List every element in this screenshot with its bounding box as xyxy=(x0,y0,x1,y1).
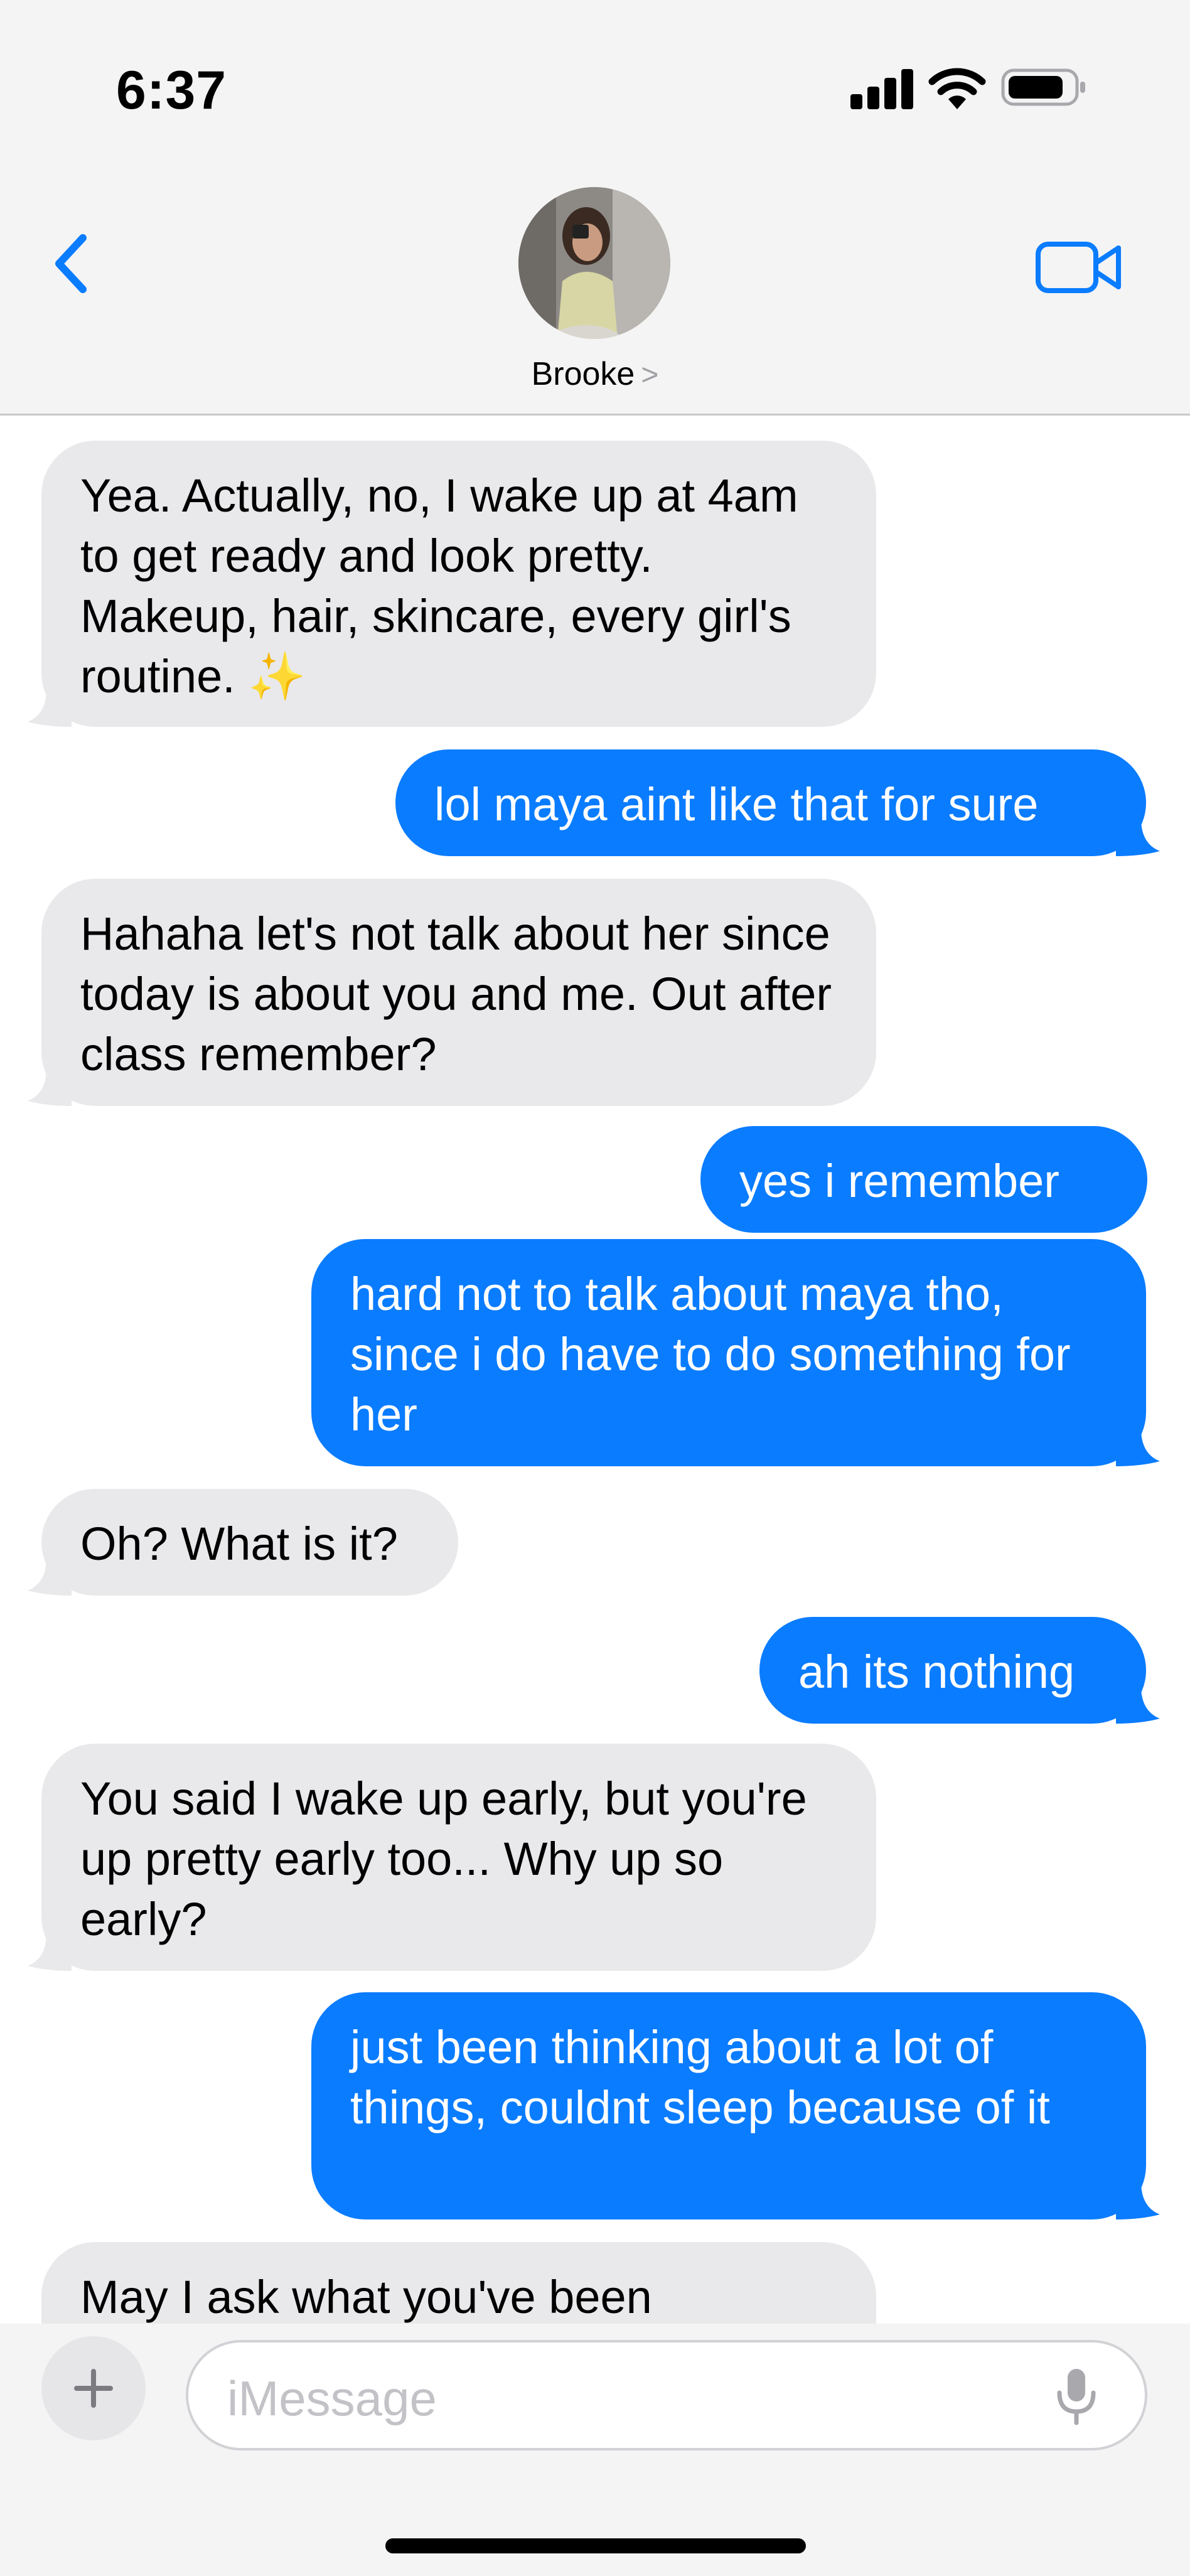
message-text: May I ask what you've been xyxy=(80,2271,652,2323)
bubble-tail xyxy=(1116,1686,1160,1724)
message-bubble-outgoing[interactable]: ah its nothing xyxy=(759,1617,1160,1724)
back-chevron-icon[interactable] xyxy=(44,229,107,298)
battery-icon xyxy=(1001,68,1085,106)
bubble-tail xyxy=(28,1558,72,1596)
message-bubble-incoming[interactable]: Yea. Actually, no, I wake up at 4am to g… xyxy=(28,441,876,727)
status-time: 6:37 xyxy=(116,60,227,121)
message-bubble-incoming[interactable]: Hahaha let's not talk about her since to… xyxy=(28,879,876,1106)
plus-icon xyxy=(74,2369,113,2408)
message-text: Oh? What is it? xyxy=(80,1518,398,1570)
chevron-right-icon: > xyxy=(641,358,659,392)
message-text: Yea. Actually, no, I wake up at 4am to g… xyxy=(80,470,798,702)
message-text: lol maya aint like that for sure xyxy=(434,778,1039,830)
bubble-tail xyxy=(28,1068,72,1106)
bubble-tail xyxy=(1116,818,1160,856)
message-text: You said I wake up early, but you're up … xyxy=(80,1773,807,1945)
message-text: hard not to talk about maya tho, since i… xyxy=(350,1268,1071,1441)
cellular-signal-icon xyxy=(850,68,913,109)
message-bubble-incoming[interactable]: May I ask what you've been xyxy=(41,2242,876,2324)
message-text: ah its nothing xyxy=(798,1646,1075,1698)
message-bubble-outgoing[interactable]: hard not to talk about maya tho, since i… xyxy=(311,1239,1160,1466)
bubble-tail xyxy=(28,1933,72,1971)
bubble-tail xyxy=(28,689,72,727)
message-bubble-incoming[interactable]: Oh? What is it? xyxy=(28,1489,458,1596)
message-text: yes i remember xyxy=(739,1155,1059,1207)
message-text: just been thinking about a lot of things… xyxy=(350,2021,1050,2133)
message-bubble-outgoing[interactable]: just been thinking about a lot of things… xyxy=(311,1992,1160,2219)
home-indicator[interactable] xyxy=(385,2538,806,2553)
wifi-icon xyxy=(928,68,986,109)
message-bubble-outgoing[interactable]: lol maya aint like that for sure xyxy=(395,749,1160,856)
imessage-input[interactable]: iMessage xyxy=(186,2340,1147,2450)
microphone-icon[interactable] xyxy=(1054,2366,1098,2427)
contact-name[interactable]: Brooke > xyxy=(0,355,1190,393)
input-placeholder: iMessage xyxy=(227,2371,437,2426)
add-attachment-button[interactable] xyxy=(41,2336,146,2440)
conversation-header: 6:37 Brooke > xyxy=(0,0,1190,416)
contact-name-text[interactable]: Brooke xyxy=(532,356,635,392)
video-camera-icon[interactable] xyxy=(1036,235,1123,298)
message-thread[interactable]: Yea. Actually, no, I wake up at 4am to g… xyxy=(0,416,1190,2324)
message-text: Hahaha let's not talk about her since to… xyxy=(80,908,832,1080)
bubble-tail xyxy=(1116,2182,1160,2219)
contact-avatar[interactable] xyxy=(518,187,670,339)
message-bubble-incoming[interactable]: You said I wake up early, but you're up … xyxy=(28,1744,876,1971)
message-bubble-outgoing[interactable]: yes i remember xyxy=(700,1126,1147,1233)
bubble-tail xyxy=(1116,1429,1160,1466)
